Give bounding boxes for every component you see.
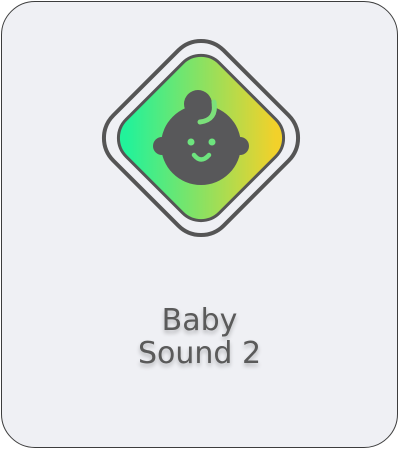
tile-label: Baby Sound 2 bbox=[2, 304, 397, 370]
tile-label-line1: Baby bbox=[161, 303, 238, 338]
baby-sound-2-tile[interactable]: Baby Sound 2 bbox=[1, 1, 398, 448]
tile-label-line2: Sound 2 bbox=[137, 336, 262, 371]
baby-sound-badge bbox=[101, 38, 301, 238]
